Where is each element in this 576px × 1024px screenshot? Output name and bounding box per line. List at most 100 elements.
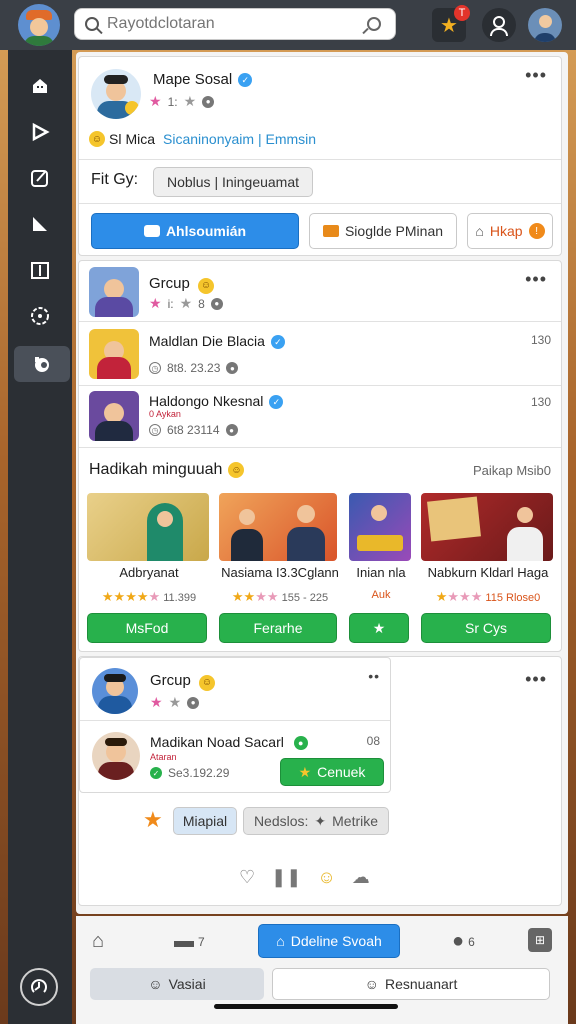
profile-name[interactable]: Mape Sosal bbox=[153, 71, 232, 88]
notification-badge: T bbox=[454, 5, 470, 21]
tile-star-button[interactable]: ★ bbox=[349, 613, 409, 643]
sidebar-item-groups[interactable] bbox=[14, 346, 70, 382]
tab-right[interactable]: ☺ Resnuanart bbox=[272, 968, 550, 1000]
more-options-icon[interactable]: •• bbox=[368, 668, 380, 684]
more-options-icon[interactable]: ••• bbox=[525, 65, 547, 86]
user-avatar[interactable] bbox=[528, 8, 562, 42]
heart-icon[interactable]: ♡ bbox=[239, 867, 255, 888]
tile-button[interactable]: MsFod bbox=[87, 613, 207, 643]
tile-title: Nasiama I3.3Cglann bbox=[221, 565, 339, 580]
star-icon: ★ bbox=[143, 807, 163, 832]
clock-icon bbox=[31, 979, 47, 993]
member-name[interactable]: Maldlan Die Blacia bbox=[149, 333, 265, 349]
member-action-button[interactable]: ★ Cenuek bbox=[280, 758, 384, 786]
member-subtitle: 0 Aykan bbox=[149, 409, 181, 419]
notifications-button[interactable]: ★ T bbox=[432, 5, 470, 42]
star-icon: ★ bbox=[150, 694, 163, 710]
group-name-row: Grcup ☺ bbox=[149, 275, 215, 294]
online-icon: ● bbox=[293, 736, 308, 751]
sidebar-item-explore[interactable] bbox=[18, 298, 62, 334]
group-avatar[interactable] bbox=[89, 267, 139, 317]
search-icon bbox=[85, 17, 99, 31]
group-inner-card: Grcup ☺ ★ ★ ● •• Madikan Noad Sacarl ● A… bbox=[79, 657, 391, 793]
nav-home[interactable]: ⌂ bbox=[92, 930, 104, 953]
primary-nav-button[interactable]: ⌂ Ddeline Svoah bbox=[258, 924, 400, 958]
app-logo[interactable] bbox=[18, 4, 60, 46]
badge-icon: ! bbox=[528, 223, 545, 239]
primary-action-button[interactable]: Ahlsoumián bbox=[91, 213, 299, 249]
search-submit-icon[interactable] bbox=[367, 17, 381, 31]
user-icon: ☺ bbox=[148, 976, 163, 992]
sidebar-item-layout[interactable] bbox=[18, 252, 62, 288]
search-input[interactable] bbox=[107, 15, 357, 33]
nav-people[interactable]: ● 6 bbox=[452, 930, 475, 953]
content-tile[interactable]: Nasiama I3.3Cglann ★★★★ 155 - 225 Ferarh… bbox=[219, 493, 341, 647]
nav-chat[interactable]: ▬ 7 bbox=[174, 930, 205, 953]
home-indicator[interactable] bbox=[214, 1004, 398, 1009]
group-name[interactable]: Grcup bbox=[149, 275, 190, 292]
search-box[interactable] bbox=[74, 8, 396, 40]
sidebar-item-send[interactable] bbox=[18, 206, 62, 242]
emoji-icon: ☺ bbox=[199, 674, 216, 691]
member-avatar[interactable] bbox=[92, 732, 140, 780]
content-tile[interactable]: Inian nla Auk ★ bbox=[349, 493, 413, 647]
member-meta: ✓ Se3.192.29 bbox=[150, 766, 229, 780]
history-button[interactable] bbox=[20, 968, 58, 1006]
member-meta: ◷ 8t8. 23.23 ● bbox=[149, 361, 239, 375]
divider bbox=[79, 159, 561, 160]
home-icon bbox=[33, 79, 47, 93]
sidebar-item-home[interactable] bbox=[18, 68, 62, 104]
group-name[interactable]: Grcup bbox=[150, 672, 191, 689]
member-avatar[interactable] bbox=[89, 391, 139, 441]
robot-icon bbox=[143, 225, 160, 237]
top-bar: ★ T bbox=[0, 0, 576, 50]
send-icon bbox=[33, 217, 47, 231]
tile-button[interactable]: Sr Cys bbox=[421, 613, 551, 643]
profile-meta: ★ 1: ★ ● bbox=[149, 93, 215, 110]
member-name[interactable]: Haldongo Nkesnal bbox=[149, 393, 263, 409]
profile-link[interactable]: Sicaninonyaim | Emmsin bbox=[163, 131, 316, 147]
member-count: 130 bbox=[530, 395, 551, 409]
divider bbox=[79, 203, 561, 204]
group-meta: ★ ★ ● bbox=[150, 694, 200, 711]
filter-select[interactable]: Noblus | Iningeuamat bbox=[153, 167, 313, 197]
sidebar bbox=[8, 50, 72, 1024]
member-avatar[interactable] bbox=[89, 329, 139, 379]
profile-button[interactable] bbox=[482, 8, 516, 42]
emoji-icon[interactable]: ☺ bbox=[317, 867, 335, 888]
tile-button[interactable]: Ferarhe bbox=[219, 613, 337, 643]
profile-name-row: Mape Sosal ✓ bbox=[153, 71, 253, 88]
tag-button[interactable]: Miapial bbox=[173, 807, 237, 835]
member-name[interactable]: Madikan Noad Sacarl bbox=[150, 734, 284, 750]
avatar[interactable] bbox=[91, 69, 141, 119]
groups-icon bbox=[35, 357, 49, 372]
group-avatar[interactable] bbox=[92, 668, 138, 714]
content-tile[interactable]: Nabkurn Kldarl Haga ★★★★ 115 Rlose0 Sr C… bbox=[421, 493, 555, 647]
nav-grid[interactable]: ⊞ bbox=[528, 928, 552, 952]
tile-title: Adbryanat bbox=[119, 565, 179, 580]
user-icon: ☺ bbox=[364, 976, 379, 992]
tertiary-action-button[interactable]: ⌂ Hkap ! bbox=[467, 213, 553, 249]
more-options-icon[interactable]: ••• bbox=[525, 669, 547, 690]
tag-button[interactable]: Nedslos: ✦ Metrike bbox=[243, 807, 389, 835]
pause-icon[interactable]: ❚❚ bbox=[271, 867, 301, 888]
section-link[interactable]: Paikap Msib0 bbox=[473, 463, 551, 478]
star-outline-icon: ★ bbox=[179, 295, 193, 311]
tab-left[interactable]: ☺ Vasiai bbox=[90, 968, 264, 1000]
filter-label: Fit Gy: bbox=[91, 171, 139, 188]
divider bbox=[80, 720, 390, 721]
sidebar-item-play[interactable] bbox=[18, 114, 62, 150]
sidebar-item-edit[interactable] bbox=[18, 160, 62, 196]
main-panel: Mape Sosal ✓ ★ 1: ★ ● ••• ☺ Sl Mica Sicani… bbox=[76, 52, 568, 914]
tile-title: Inian nla bbox=[356, 565, 406, 580]
star-outline-icon: ★ bbox=[183, 93, 197, 109]
content-tile[interactable]: Adbryanat ★★★★★ 11.399 MsFod bbox=[87, 493, 211, 647]
secondary-action-button[interactable]: Sioglde PMinan bbox=[309, 213, 457, 249]
clock-icon: ◷ bbox=[149, 362, 161, 374]
cloud-icon[interactable]: ☁ bbox=[352, 867, 370, 888]
reaction-row: ♡ ❚❚ ☺ ☁ bbox=[239, 867, 370, 888]
member-meta: ◷ 6t8 23114 ● bbox=[149, 423, 238, 437]
divider bbox=[79, 321, 561, 322]
more-options-icon[interactable]: ••• bbox=[525, 269, 547, 290]
settings-dot-icon: ● bbox=[226, 362, 239, 374]
